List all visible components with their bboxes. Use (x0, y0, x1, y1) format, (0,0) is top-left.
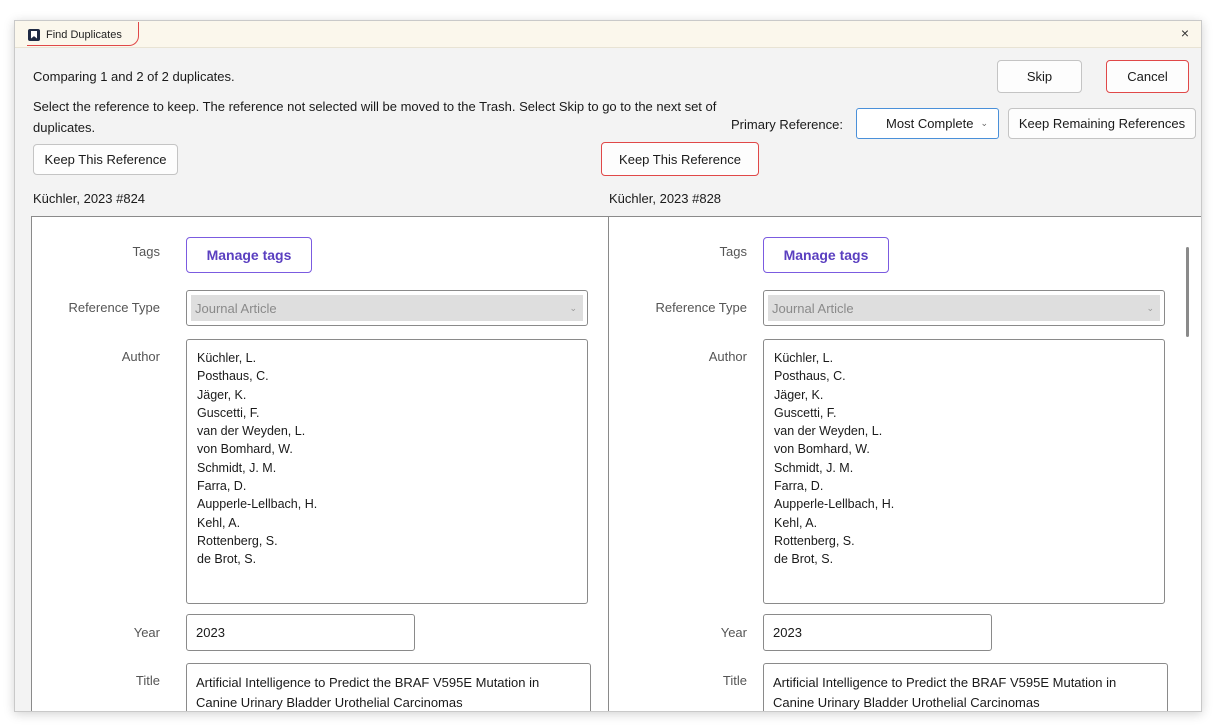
author-line: Kehl, A. (197, 515, 241, 530)
author-line: Schmidt, J. M. (774, 460, 854, 475)
left-reference-panel: Tags Manage tags Reference Type Journal … (31, 216, 609, 711)
author-line: Rottenberg, S. (774, 533, 855, 548)
keep-left-reference-button[interactable]: Keep This Reference (33, 144, 178, 175)
reference-type-label: Reference Type (68, 300, 160, 315)
author-line: van der Weyden, L. (774, 424, 883, 439)
reference-type-select[interactable]: Journal Article ⌄ (186, 290, 588, 326)
close-icon[interactable]: × (1175, 23, 1195, 43)
author-line: Aupperle-Lellbach, H. (774, 497, 895, 512)
keep-right-reference-button[interactable]: Keep This Reference (601, 142, 759, 176)
author-field[interactable]: Küchler, L. Posthaus, C. Jäger, K. Gusce… (186, 339, 588, 604)
author-line: Posthaus, C. (197, 369, 269, 384)
author-line: Guscetti, F. (197, 405, 260, 420)
year-field[interactable]: 2023 (763, 614, 992, 651)
primary-reference-select[interactable]: Most Complete ⌄ (856, 108, 999, 139)
title-label: Title (722, 673, 747, 688)
title-field[interactable]: Artificial Intelligence to Predict the B… (186, 663, 591, 711)
author-field[interactable]: Küchler, L. Posthaus, C. Jäger, K. Gusce… (763, 339, 1165, 604)
author-line: Schmidt, J. M. (197, 460, 277, 475)
author-label: Author (708, 349, 747, 364)
author-line: Farra, D. (197, 479, 247, 494)
author-line: von Bomhard, W. (774, 442, 870, 457)
reference-type-select[interactable]: Journal Article ⌄ (763, 290, 1165, 326)
instructions-text: Select the reference to keep. The refere… (33, 99, 717, 135)
cancel-button[interactable]: Cancel (1106, 60, 1189, 93)
tags-label: Tags (719, 244, 747, 259)
chevron-down-icon: ⌄ (1146, 302, 1154, 313)
manage-tags-button[interactable]: Manage tags (763, 237, 889, 273)
author-line: Jäger, K. (197, 387, 247, 402)
primary-reference-label: Primary Reference: (731, 117, 843, 132)
window-title: Find Duplicates (46, 28, 122, 41)
title-field[interactable]: Artificial Intelligence to Predict the B… (763, 663, 1168, 711)
keep-remaining-references-button[interactable]: Keep Remaining References (1008, 108, 1196, 139)
endnote-app-icon (28, 28, 40, 41)
title-bar: Find Duplicates × (15, 21, 1201, 48)
author-line: de Brot, S. (197, 552, 257, 567)
author-line: Posthaus, C. (774, 369, 846, 384)
author-line: Farra, D. (774, 479, 824, 494)
author-line: Rottenberg, S. (197, 533, 278, 548)
reference-type-value: Journal Article (195, 300, 277, 316)
author-line: Jäger, K. (774, 387, 824, 402)
author-line: Aupperle-Lellbach, H. (197, 497, 318, 512)
author-line: von Bomhard, W. (197, 442, 293, 457)
author-line: Kehl, A. (774, 515, 818, 530)
tags-label: Tags (132, 244, 160, 259)
title-group: Find Duplicates (27, 24, 129, 45)
left-reference-id: Küchler, 2023 #824 (33, 191, 146, 206)
author-line: de Brot, S. (774, 552, 834, 567)
right-reference-id: Küchler, 2023 #828 (609, 191, 722, 206)
year-label: Year (720, 625, 747, 640)
author-label: Author (121, 349, 160, 364)
manage-tags-button[interactable]: Manage tags (186, 237, 312, 273)
skip-button[interactable]: Skip (997, 60, 1082, 93)
comparison-status: Comparing 1 and 2 of 2 duplicates. (33, 69, 235, 84)
find-duplicates-dialog: Find Duplicates × Comparing 1 and 2 of 2… (14, 20, 1202, 712)
title-label: Title (135, 673, 160, 688)
author-line: Küchler, L. (197, 351, 257, 365)
scrollbar-thumb[interactable] (1186, 247, 1189, 337)
year-field[interactable]: 2023 (186, 614, 415, 651)
year-label: Year (133, 625, 160, 640)
right-reference-panel: Tags Manage tags Reference Type Journal … (608, 216, 1201, 711)
chevron-down-icon: ⌄ (569, 302, 577, 313)
author-line: van der Weyden, L. (197, 424, 306, 439)
reference-type-value: Journal Article (772, 300, 854, 316)
primary-reference-value: Most Complete (886, 116, 974, 131)
chevron-down-icon: ⌄ (980, 118, 988, 128)
reference-type-label: Reference Type (655, 300, 747, 315)
author-line: Guscetti, F. (774, 405, 837, 420)
author-line: Küchler, L. (774, 351, 834, 365)
